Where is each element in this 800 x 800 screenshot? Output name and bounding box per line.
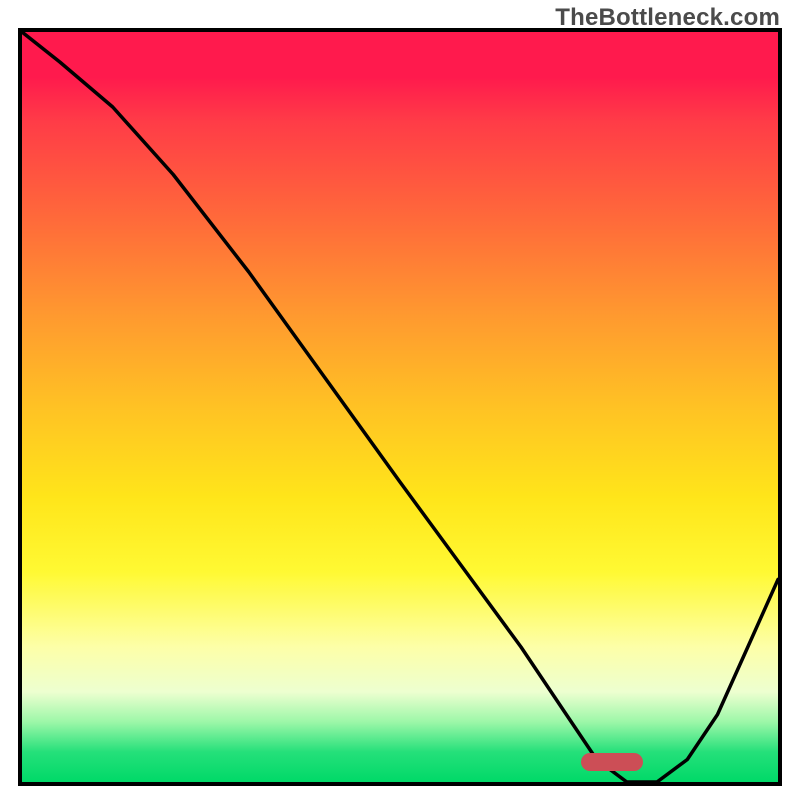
optimal-zone-marker xyxy=(581,753,643,771)
plot-area xyxy=(18,28,782,786)
bottleneck-curve xyxy=(22,32,778,782)
chart-container: TheBottleneck.com xyxy=(0,0,800,800)
